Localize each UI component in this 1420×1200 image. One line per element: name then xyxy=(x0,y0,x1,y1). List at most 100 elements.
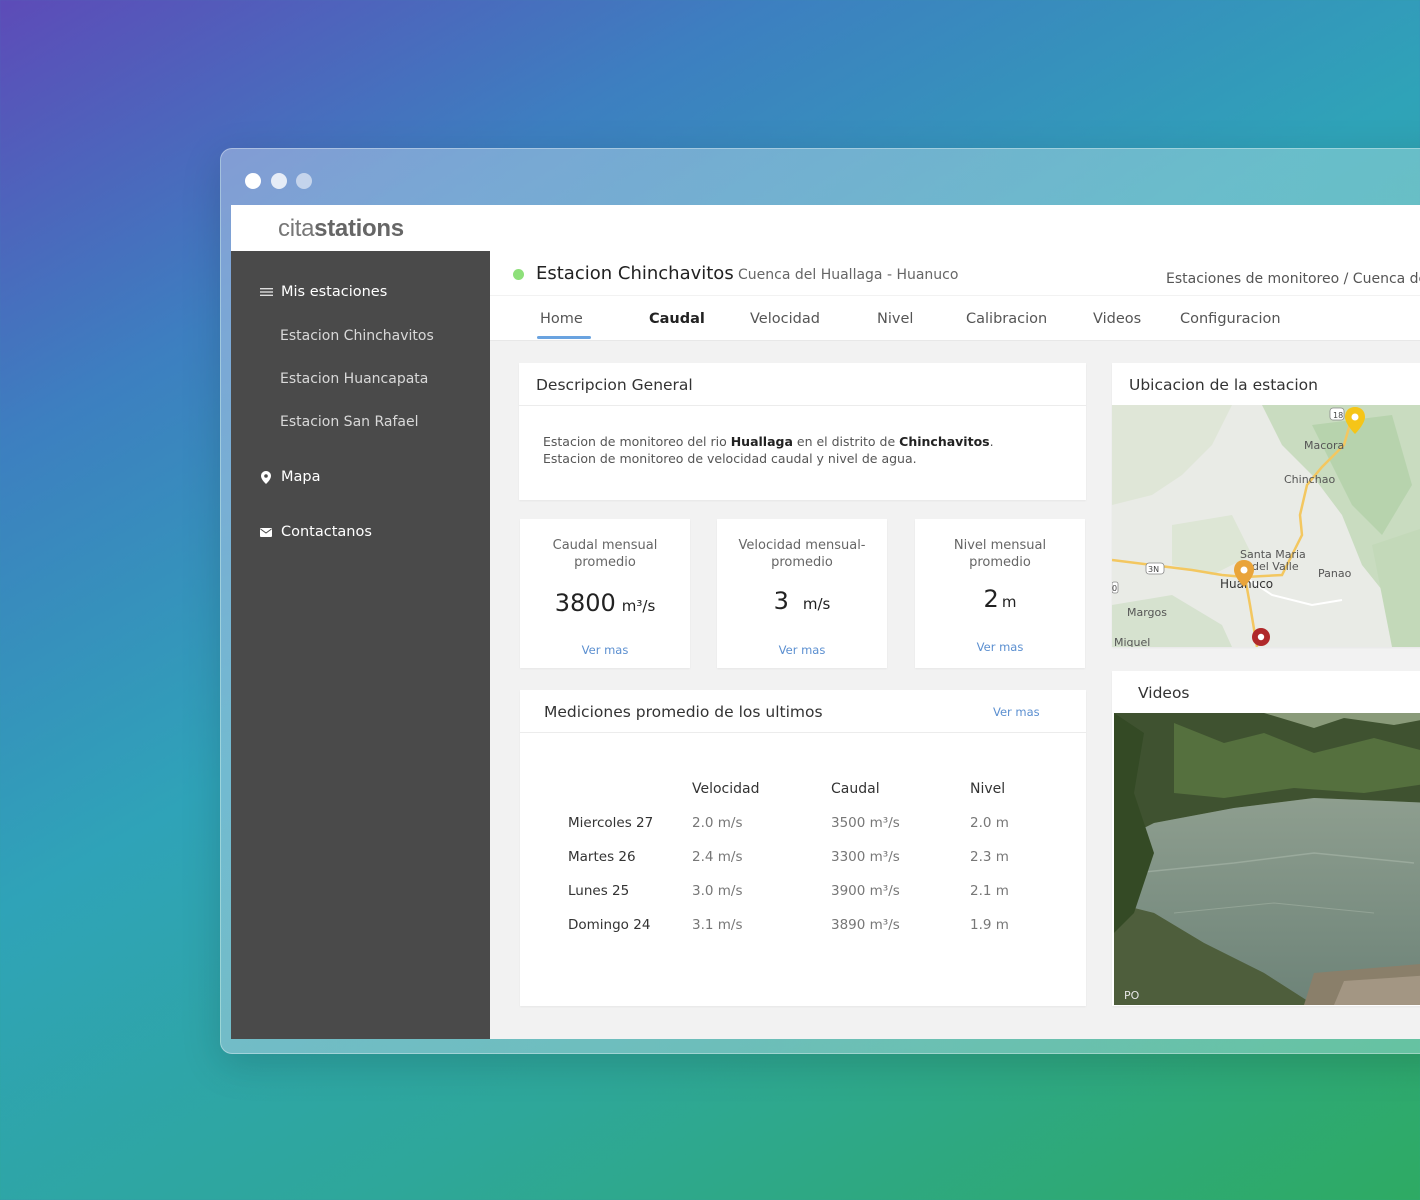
videos-card: Videos PO xyxy=(1112,671,1420,1006)
cell-nivel: 1.9 m xyxy=(970,917,1009,933)
map-road-label: 18 xyxy=(1333,411,1343,420)
ver-mas-link[interactable]: Ver mas xyxy=(977,640,1024,654)
stat-card-caudal: Caudal mensual promedio 3800 m³/s Ver mas xyxy=(520,519,690,668)
tab-videos[interactable]: Videos xyxy=(1093,311,1141,327)
stat-unit: m³/s xyxy=(621,597,656,615)
active-tab-indicator xyxy=(537,336,591,339)
measurements-ver-mas-link[interactable]: Ver mas xyxy=(993,705,1040,719)
status-indicator xyxy=(513,269,524,280)
tab-home[interactable]: Home xyxy=(540,311,583,327)
cell-velocidad: 2.4 m/s xyxy=(692,849,743,865)
description-text: Estacion de monitoreo del rio Huallaga e… xyxy=(543,433,994,467)
measurements-table: Velocidad Caudal Nivel Miercoles 27 2.0 … xyxy=(568,772,1050,942)
map-label: Margos xyxy=(1127,606,1167,619)
cell-nivel: 2.3 m xyxy=(970,849,1009,865)
stat-label: Nivel mensual promedio xyxy=(915,537,1085,571)
stat-value: 3 m/s xyxy=(717,587,887,615)
table-row: Miercoles 27 2.0 m/s 3500 m³/s 2.0 m xyxy=(568,806,1050,840)
tab-velocidad[interactable]: Velocidad xyxy=(750,311,820,327)
desc-text-a: Estacion de monitoreo del rio xyxy=(543,434,731,449)
stat-link[interactable]: Ver mas xyxy=(520,639,690,658)
app: citastations Mis estaciones Estacion Chi… xyxy=(231,205,1420,1039)
sidebar-station-chinchavitos[interactable]: Estacion Chinchavitos xyxy=(280,328,434,344)
measurements-card: Mediciones promedio de los ultimos Ver m… xyxy=(520,690,1086,1006)
cell-nivel: 2.1 m xyxy=(970,883,1009,899)
stat-unit: m xyxy=(1001,593,1017,611)
window-close-dot[interactable] xyxy=(245,173,261,189)
stat-label: Caudal mensual promedio xyxy=(520,537,690,571)
row-day: Lunes 25 xyxy=(568,883,630,899)
breadcrumb[interactable]: Estaciones de monitoreo / Cuenca de xyxy=(1166,271,1420,287)
desc-river: Huallaga xyxy=(730,434,793,449)
tab-calibracion[interactable]: Calibracion xyxy=(966,311,1047,327)
cell-velocidad: 3.0 m/s xyxy=(692,883,743,899)
sidebar: Mis estaciones Estacion Chinchavitos Est… xyxy=(231,251,490,1039)
map-road-label: 0 xyxy=(1112,584,1117,593)
cell-caudal: 3500 m³/s xyxy=(831,815,900,831)
map-label: Miquel xyxy=(1114,636,1150,647)
video-thumbnail[interactable]: PO xyxy=(1114,713,1420,1005)
tab-configuracion[interactable]: Configuracion xyxy=(1180,311,1281,327)
cell-caudal: 3890 m³/s xyxy=(831,917,900,933)
tab-nivel[interactable]: Nivel xyxy=(877,311,913,327)
table-row: Martes 26 2.4 m/s 3300 m³/s 2.3 m xyxy=(568,840,1050,874)
col-header-nivel: Nivel xyxy=(970,781,1006,797)
browser-window: citastations Mis estaciones Estacion Chi… xyxy=(220,148,1420,1054)
sidebar-station-huancapata[interactable]: Estacion Huancapata xyxy=(280,371,428,387)
map-label: Macora xyxy=(1304,439,1344,452)
desc-text-c: . xyxy=(989,434,994,449)
cell-caudal: 3300 m³/s xyxy=(831,849,900,865)
map-label: Chinchao xyxy=(1284,473,1335,486)
sidebar-contact-label: Contactanos xyxy=(281,524,372,540)
sidebar-section-label: Mis estaciones xyxy=(281,284,388,300)
river-video-frame: PO xyxy=(1114,713,1420,1005)
desc-line2: Estacion de monitoreo de velocidad cauda… xyxy=(543,451,917,466)
stat-link[interactable]: Ver mas xyxy=(717,639,887,658)
stat-label-line2: promedio xyxy=(969,555,1031,570)
cell-velocidad: 2.0 m/s xyxy=(692,815,743,831)
table-header-empty xyxy=(568,772,692,806)
stat-label: Velocidad mensual-promedio xyxy=(717,537,887,571)
stat-number: 3800 xyxy=(554,589,616,617)
brand-logo[interactable]: citastations xyxy=(278,215,404,243)
top-bar: citastations xyxy=(231,205,1420,252)
stat-label-line2: promedio xyxy=(771,555,833,570)
map-road-label: 3N xyxy=(1148,565,1159,574)
card-divider xyxy=(519,405,1086,406)
row-day: Martes 26 xyxy=(568,849,636,865)
description-title: Descripcion General xyxy=(536,376,693,394)
sidebar-item-contactanos[interactable]: Contactanos xyxy=(259,524,372,540)
location-card: Ubicacion de la estacion 18 3N 0 Macora … xyxy=(1112,363,1420,647)
col-header-velocidad: Velocidad xyxy=(692,781,760,797)
stat-label-line1: Nivel mensual xyxy=(953,538,1047,553)
stat-link[interactable]: Ver mas xyxy=(915,636,1085,655)
location-map[interactable]: 18 3N 0 Macora Chinchao Santa Maria del … xyxy=(1112,405,1420,647)
ver-mas-link[interactable]: Ver mas xyxy=(582,643,629,657)
videos-title: Videos xyxy=(1138,684,1190,702)
map-pin-icon xyxy=(259,470,273,484)
list-icon xyxy=(259,287,273,297)
tab-caudal[interactable]: Caudal xyxy=(649,311,705,327)
description-card: Descripcion General Estacion de monitore… xyxy=(519,363,1086,500)
window-maximize-dot[interactable] xyxy=(296,173,312,189)
station-subtitle: Cuenca del Huallaga - Huanuco xyxy=(738,267,959,283)
measurements-title: Mediciones promedio de los ultimos xyxy=(544,703,823,721)
sidebar-item-mapa[interactable]: Mapa xyxy=(259,469,321,485)
location-title: Ubicacion de la estacion xyxy=(1129,376,1318,394)
window-minimize-dot[interactable] xyxy=(271,173,287,189)
desc-text-b: en el distrito de xyxy=(792,434,900,449)
sidebar-map-label: Mapa xyxy=(281,469,321,485)
ver-mas-link[interactable]: Ver mas xyxy=(779,643,826,657)
brand-bold: stations xyxy=(314,215,404,242)
sidebar-item-mis-estaciones[interactable]: Mis estaciones xyxy=(259,284,387,300)
sidebar-station-san-rafael[interactable]: Estacion San Rafael xyxy=(280,414,418,430)
page-background: { "brand": {"light": "cita", "bold": "st… xyxy=(0,0,1420,1200)
row-day: Miercoles 27 xyxy=(568,815,654,831)
brand-light: cita xyxy=(278,215,315,242)
stat-card-velocidad: Velocidad mensual-promedio 3 m/s Ver mas xyxy=(717,519,887,668)
stat-number: 2 xyxy=(983,585,999,613)
video-watermark: PO xyxy=(1124,989,1140,1002)
stat-label-line1: Velocidad mensual- xyxy=(738,538,866,553)
mail-icon xyxy=(259,527,273,537)
station-title: Estacion Chinchavitos xyxy=(536,263,734,284)
